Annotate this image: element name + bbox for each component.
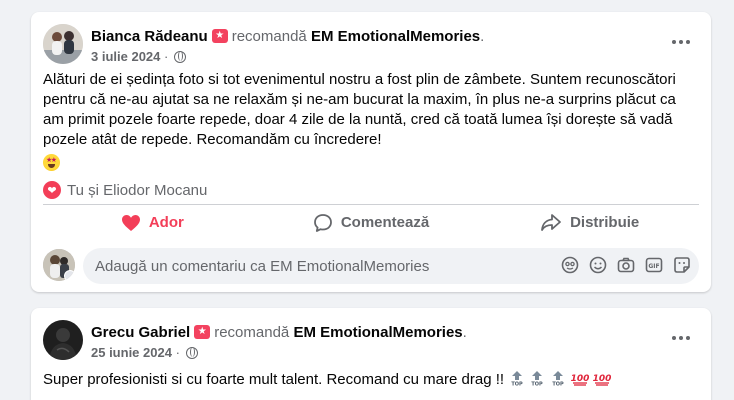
heart-icon: ❤ [43, 181, 61, 199]
author-name[interactable]: Grecu Gabriel [91, 324, 190, 341]
date-separator: · [175, 345, 180, 360]
sticker-icon[interactable] [673, 256, 691, 274]
svg-text:GIF: GIF [648, 263, 659, 270]
star-struck-emoji-icon [43, 154, 60, 174]
avatar[interactable] [43, 320, 83, 360]
love-button[interactable]: Ador [43, 205, 262, 240]
page-suffix: . [480, 28, 485, 45]
camera-icon[interactable] [617, 256, 635, 274]
gif-icon[interactable]: GIF [645, 256, 663, 274]
reactions-text[interactable]: Tu și Eliodor Mocanu [67, 182, 207, 199]
page-avatar[interactable] [43, 249, 75, 281]
heart-icon [121, 214, 140, 231]
post-text: Alături de ei ședința foto si tot evenim… [43, 71, 676, 148]
top-emoji-icon: TOP [552, 371, 564, 388]
top-emoji-icon: TOP [532, 371, 544, 388]
globe-icon [185, 347, 198, 359]
author-name[interactable]: Bianca Rădeanu [91, 28, 208, 45]
comment-button[interactable]: Comentează [262, 205, 481, 240]
share-label: Distribuie [570, 214, 640, 231]
reactions-summary[interactable]: ❤ Tu și Eliodor Mocanu [43, 180, 207, 200]
recommends-label: recomandă [214, 324, 290, 341]
svg-text:TOP: TOP [512, 382, 524, 387]
share-button[interactable]: Distribuie [480, 205, 699, 240]
comment-label: Comentează [340, 214, 430, 231]
more-options-icon[interactable] [663, 326, 699, 350]
avatar[interactable] [43, 24, 83, 64]
post-text-content: Super profesionisti si cu foarte mult ta… [43, 371, 505, 388]
hundred-points-emoji-icon: 100 [593, 374, 611, 386]
post-date[interactable]: 3 iulie 2024 [91, 49, 160, 64]
more-options-icon[interactable] [663, 30, 699, 54]
chevron-down-icon[interactable] [64, 270, 75, 281]
date-separator: · [164, 49, 169, 64]
recommend-icon [211, 29, 228, 43]
comment-composer: GIF [43, 248, 699, 284]
comment-tools: GIF [561, 256, 691, 274]
recommend-icon [194, 325, 211, 339]
post-header: Grecu Gabriel recomandă EM EmotionalMemor… [43, 320, 699, 364]
comment-icon [313, 213, 332, 232]
top-emoji-icon: TOP [512, 371, 524, 388]
post-text: Super profesionisti si cu foarte mult ta… [43, 370, 699, 390]
love-label: Ador [148, 214, 184, 231]
emoji-icon[interactable] [589, 256, 607, 274]
post-header: Bianca Rădeanu recomandă EM EmotionalMemo… [43, 24, 699, 68]
page-name[interactable]: EM EmotionalMemories [311, 28, 480, 45]
avatar-sticker-icon[interactable] [561, 256, 579, 274]
hundred-points-emoji-icon: 100 [570, 374, 589, 386]
svg-text:TOP: TOP [532, 382, 544, 387]
page-suffix: . [462, 324, 467, 341]
post-date[interactable]: 25 iunie 2024 [91, 345, 172, 360]
review-post-1: Bianca Rădeanu recomandă EM EmotionalMemo… [31, 12, 711, 292]
page-name[interactable]: EM EmotionalMemories [293, 324, 462, 341]
globe-icon [173, 51, 186, 63]
action-bar: Ador Comentează Distribuie [43, 204, 699, 240]
share-icon [541, 213, 561, 231]
svg-text:TOP: TOP [552, 382, 564, 387]
review-post-2: Grecu Gabriel recomandă EM EmotionalMemor… [31, 308, 711, 400]
recommends-label: recomandă [231, 28, 307, 45]
